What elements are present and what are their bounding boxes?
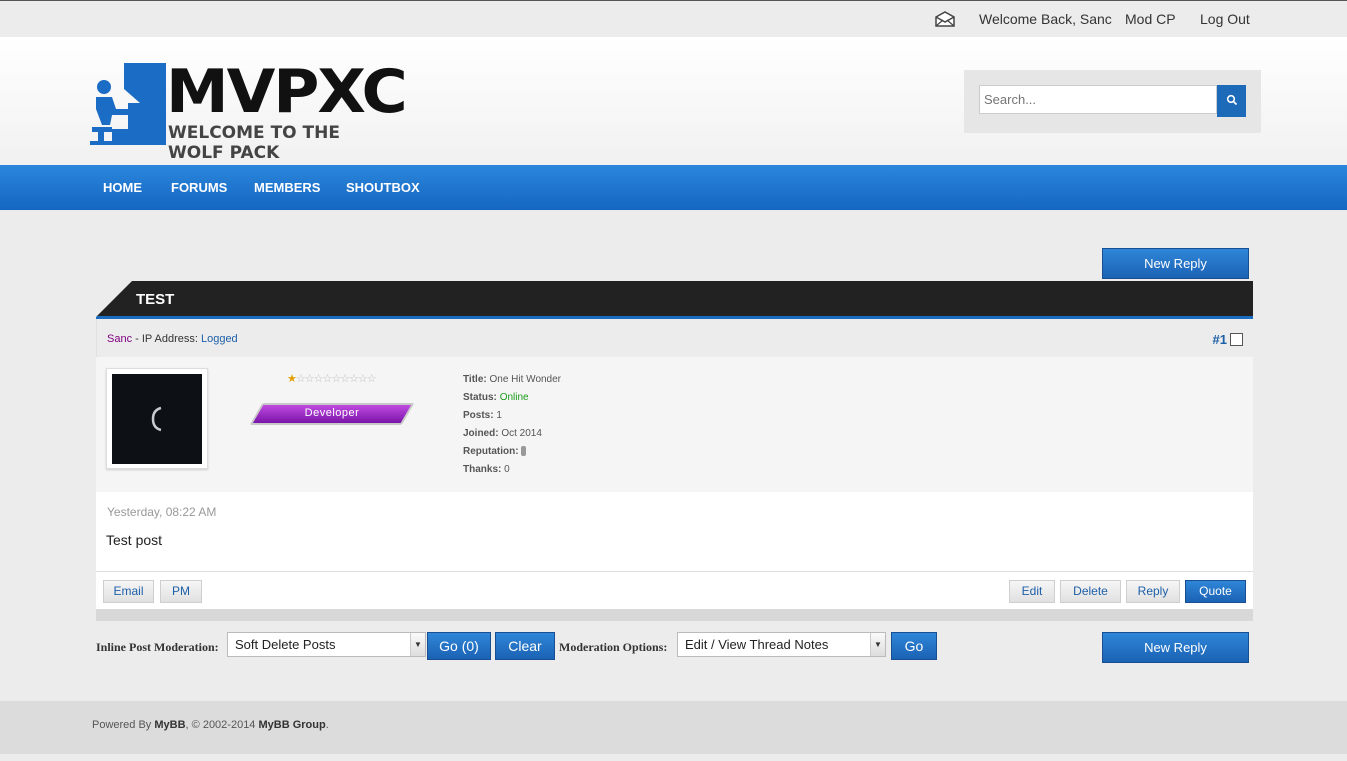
- pm-button[interactable]: PM: [160, 580, 202, 603]
- log-out-link[interactable]: Log Out: [1200, 11, 1250, 27]
- chevron-down-icon: ▼: [410, 633, 425, 656]
- post: Sanc - IP Address: Logged #1 ★☆☆☆☆☆☆☆☆☆ …: [96, 319, 1253, 621]
- search-panel: [964, 70, 1261, 133]
- new-reply-button-bottom[interactable]: New Reply: [1102, 632, 1249, 663]
- search-icon: [1226, 94, 1237, 105]
- post-body: Test post: [106, 532, 163, 548]
- go-inline-button[interactable]: Go (0): [427, 632, 491, 660]
- footer-credits: Powered By MyBB, © 2002-2014 MyBB Group.: [92, 719, 329, 731]
- thread-title: TEST: [136, 291, 175, 308]
- nav-shoutbox[interactable]: SHOUTBOX: [346, 180, 420, 195]
- moderation-options-select[interactable]: Edit / View Thread Notes ▼: [677, 632, 886, 657]
- post-select-checkbox[interactable]: [1230, 333, 1243, 346]
- post-bottom-bar: [96, 609, 1253, 621]
- email-button[interactable]: Email: [103, 580, 154, 603]
- inline-moderation-select[interactable]: Soft Delete Posts ▼: [227, 632, 426, 657]
- post-date: Yesterday, 08:22 AM: [107, 505, 217, 519]
- ip-label: - IP Address:: [132, 333, 201, 345]
- main-nav: HOME FORUMS MEMBERS SHOUTBOX: [0, 165, 1347, 210]
- search-input[interactable]: [979, 85, 1217, 114]
- nav-forums[interactable]: FORUMS: [171, 180, 227, 195]
- detail-title: Title: One Hit Wonder: [463, 374, 562, 385]
- author-details: Title: One Hit Wonder Status: Online Pos…: [463, 371, 561, 479]
- site-logo[interactable]: MVPXC WELCOME TO THE WOLF PACK: [88, 61, 408, 163]
- mybb-link[interactable]: MyBB: [154, 719, 185, 731]
- avatar-frame: [106, 368, 208, 469]
- moderation-options-value: Edit / View Thread Notes: [685, 637, 829, 652]
- header-notch: [96, 281, 132, 317]
- top-bar: Welcome Back, Sanc Mod CP Log Out: [0, 0, 1347, 37]
- clear-button[interactable]: Clear: [495, 632, 555, 660]
- star-filled-icon: ★: [287, 373, 297, 385]
- footer: Powered By MyBB, © 2002-2014 MyBB Group.: [0, 701, 1347, 754]
- detail-posts: Posts: 1: [463, 410, 502, 421]
- reply-button[interactable]: Reply: [1126, 580, 1180, 603]
- inline-moderation-label: Inline Post Moderation:: [96, 640, 219, 654]
- detail-joined: Joined: Oct 2014: [463, 428, 542, 439]
- inline-moderation-value: Soft Delete Posts: [235, 637, 336, 652]
- post-meta-bar: Sanc - IP Address: Logged #1: [96, 319, 1253, 357]
- detail-status: Status: Online: [463, 392, 529, 403]
- author-profile-panel: ★☆☆☆☆☆☆☆☆☆ Developer Title: One Hit Wond…: [96, 357, 1253, 492]
- star-empty-icons: ☆☆☆☆☆☆☆☆☆: [295, 373, 377, 385]
- logo-title: MVPXC: [166, 57, 408, 127]
- chevron-down-icon: ▼: [870, 633, 885, 656]
- welcome-text: Welcome Back, Sanc: [979, 11, 1112, 27]
- ip-logged-link[interactable]: Logged: [201, 333, 238, 345]
- delete-button[interactable]: Delete: [1060, 580, 1121, 603]
- user-stars: ★☆☆☆☆☆☆☆☆☆: [287, 372, 377, 385]
- author-link[interactable]: Sanc: [107, 333, 132, 345]
- nav-home[interactable]: HOME: [103, 180, 142, 195]
- post-author-line: Sanc - IP Address: Logged: [107, 333, 238, 345]
- nav-members[interactable]: MEMBERS: [254, 180, 320, 195]
- post-actions: Email PM Edit Delete Reply Quote: [96, 571, 1253, 609]
- detail-reputation: Reputation:: [463, 443, 561, 461]
- mod-cp-link[interactable]: Mod CP: [1125, 11, 1176, 27]
- moderation-options-label: Moderation Options:: [559, 640, 668, 654]
- header: MVPXC WELCOME TO THE WOLF PACK: [0, 37, 1347, 165]
- usergroup-label: Developer: [304, 407, 360, 419]
- post-number-link[interactable]: #1: [1213, 332, 1227, 347]
- logo-tagline: WELCOME TO THE WOLF PACK: [168, 123, 340, 163]
- reputation-icon[interactable]: [521, 446, 527, 457]
- envelope-icon[interactable]: [935, 11, 955, 27]
- search-button[interactable]: [1217, 85, 1246, 117]
- go-moderation-button[interactable]: Go: [891, 632, 937, 660]
- edit-button[interactable]: Edit: [1009, 580, 1055, 603]
- new-reply-button-top[interactable]: New Reply: [1102, 248, 1249, 279]
- thread-header: TEST: [96, 281, 1253, 319]
- detail-thanks: Thanks: 0: [463, 464, 510, 475]
- quote-button[interactable]: Quote: [1185, 580, 1246, 603]
- avatar[interactable]: [112, 374, 202, 464]
- avatar-logo-icon: [151, 406, 162, 432]
- logo-emblem-icon: [90, 63, 166, 145]
- mybb-group-link[interactable]: MyBB Group: [258, 719, 325, 731]
